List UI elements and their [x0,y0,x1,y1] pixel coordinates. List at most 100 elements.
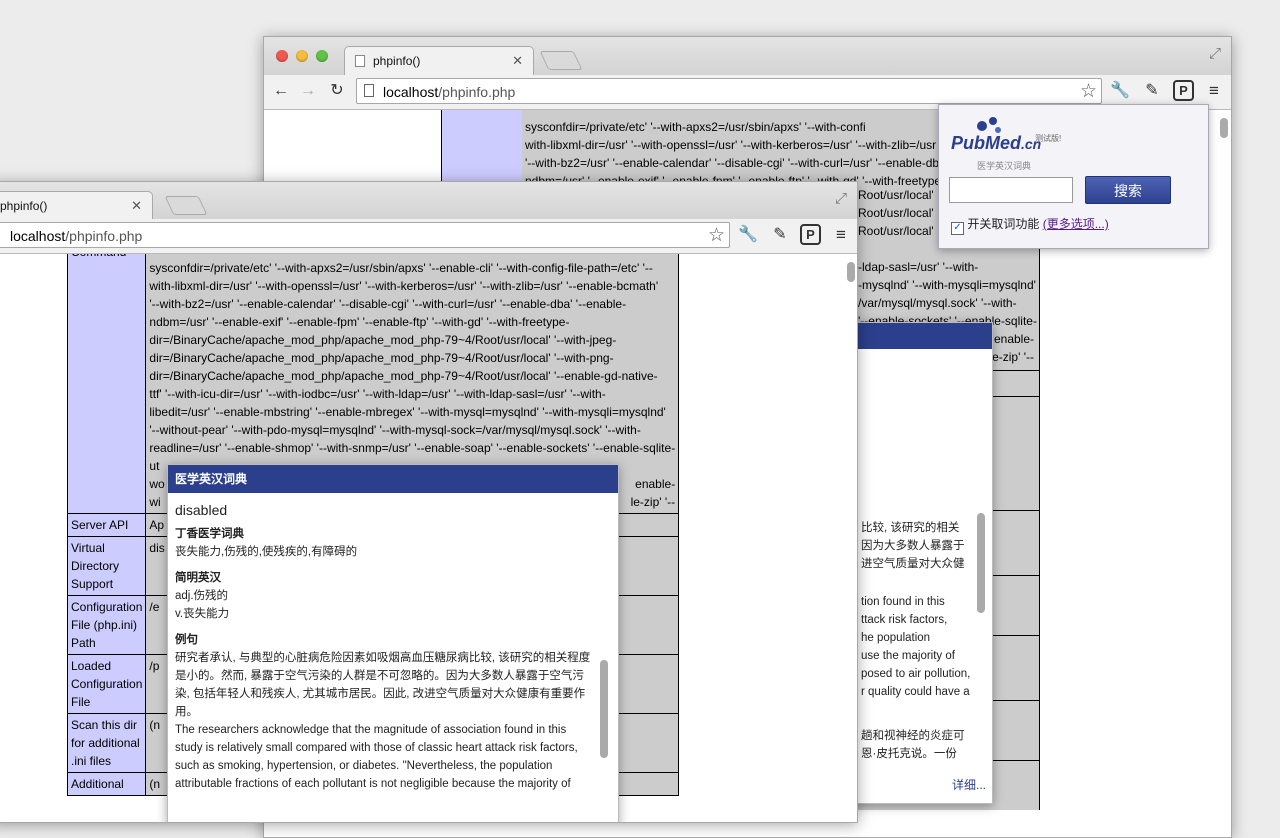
trial-badge: 测试版! [1035,134,1062,143]
popup-en-fragment: tion found in this ttack risk factors, h… [861,596,971,698]
pubmed-p-icon[interactable]: P [800,224,821,245]
config-line: dir=/BinaryCache/apache_mod_php/apache_m… [149,369,658,383]
popup-cn-fragment-2: 趟和视神经的炎症可 恩·皮托克说。一份 [861,730,965,760]
page-icon [355,55,365,67]
front-browser-window: phpinfo() ✕ ⤢ localhost/phpinfo.php ☆ 🔧 … [0,181,858,823]
row-label: Server API [66,513,147,537]
toggle-checkbox[interactable]: ✓ [951,222,964,235]
popup-scrollbar[interactable] [600,660,608,758]
star-icon[interactable]: ☆ [708,224,725,247]
close-tab-icon[interactable]: ✕ [512,53,523,69]
toggle-label: 开关取词功能 [967,217,1040,231]
config-line: '--with-bz2=/usr' '--enable-calendar' '-… [149,297,627,311]
config-line: '--without-pear' '--with-pdo-mysql=mysql… [149,423,641,437]
config-line: dir=/BinaryCache/apache_mod_php/apache_m… [149,351,614,365]
menu-icon[interactable]: ≡ [830,224,852,246]
popup-body: disabled 丁香医学词典 丧失能力,伤残的,使残疾的,有障碍的 简明英汉 … [168,501,618,793]
row-divider [992,510,1040,511]
wrench-icon[interactable]: 🔧 [737,224,759,246]
tab-strip: phpinfo() ✕ ⤢ [0,182,857,220]
example-en: The researchers acknowledge that the mag… [175,724,578,790]
logo-text: PubMed.cn [951,133,1042,153]
row-label: Additional [66,772,147,796]
row-divider [992,396,1040,397]
page-content: Command sysconfdir=/private/etc' '--with… [0,254,857,822]
search-input[interactable] [949,177,1073,203]
wrench-icon[interactable]: 🔧 [1109,80,1131,102]
row-divider [992,635,1040,636]
url-path: /phpinfo.php [65,228,143,244]
dingxiang-title: 丁香医学词典 [175,528,244,540]
jianming-title: 简明英汉 [175,572,221,584]
fullscreen-icon[interactable]: ⤢ [1209,45,1221,62]
more-options-link[interactable]: (更多选项...) [1043,217,1109,231]
row-divider [992,575,1040,576]
minimize-window-button[interactable] [296,50,308,62]
toolbar: localhost/phpinfo.php ☆ 🔧 ✎ P ≡ [0,219,857,254]
dingxiang-def: 丧失能力,伤残的,使残疾的,有障碍的 [175,546,358,558]
config-line: ttf' '--with-icu-dir=/usr' '--with-iodbc… [149,387,606,401]
url-path: /phpinfo.php [438,84,516,100]
config-line: with-libxml-dir=/usr' '--with-openssl=/u… [149,279,659,293]
pubmed-p-icon[interactable]: P [1173,80,1194,101]
config-line: sysconfdir=/private/etc' '--with-apxs2=/… [149,261,653,275]
config-tail-line: -ldap-sasl=/usr' '--with- [858,260,979,274]
toggle-row: ✓ 开关取词功能 (更多选项...) [951,215,1109,235]
headword: disabled [175,502,228,518]
pen-icon[interactable]: ✎ [769,224,791,246]
pubmed-extension-popup: PubMed.cn 测试版! 医学英汉词典 搜索 ✓ 开关取词功能 (更多选项.… [938,104,1209,249]
star-icon[interactable]: ☆ [1080,80,1097,103]
more-link[interactable]: 详细... [952,776,986,793]
reload-icon[interactable]: ↻ [326,80,348,102]
jianming-def: adj.伤残的 [175,590,229,602]
config-line: dir=/BinaryCache/apache_mod_php/apache_m… [149,333,617,347]
close-tab-icon[interactable]: ✕ [131,198,142,214]
config-line: libedit=/usr' '--enable-mbstring' '--ena… [149,405,666,419]
row-label: Scan this dir for additional .ini files [66,713,147,773]
pubmed-logo: PubMed.cn 测试版! 医学英汉词典 [951,115,1071,171]
config-line: readline=/usr' '--enable-shmop' '--with-… [149,441,676,455]
address-bar[interactable]: localhost/phpinfo.php ☆ [356,78,1102,104]
row-divider [992,370,1040,371]
row-divider [992,700,1040,701]
zoom-window-button[interactable] [316,50,328,62]
tab-strip: phpinfo() ✕ ⤢ [264,37,1231,75]
url-host: localhost [383,84,439,100]
search-button[interactable]: 搜索 [1085,176,1171,204]
tab-title: phpinfo() [0,199,48,213]
example-cn: 研究者承认, 与典型的心脏病危险因素如吸烟高血压糖尿病比较, 该研究的相关程度是… [175,652,591,718]
tab-title: phpinfo() [373,54,421,68]
scrollbar[interactable] [847,262,855,282]
popup-header: 医学英汉词典 [168,465,618,493]
pen-icon[interactable]: ✎ [1141,80,1163,102]
logo-subtitle: 医学英汉词典 [977,161,1032,171]
tab-phpinfo[interactable]: phpinfo() ✕ [0,191,153,220]
page-icon [364,84,374,97]
config-tail-line: /var/mysql/mysql.sock' '--with- [858,296,1017,310]
row-divider [992,760,1040,761]
row-label: Virtual Directory Support [66,536,147,596]
forward-icon[interactable]: → [297,80,319,102]
config-line: ndbm=/usr' '--enable-exif' '--enable-fpm… [149,315,570,329]
address-bar[interactable]: localhost/phpinfo.php ☆ [0,222,730,248]
menu-icon[interactable]: ≡ [1203,80,1225,102]
config-tail-line: -mysqlnd' '--with-mysqli=mysqlnd' [858,278,1036,292]
jianming-def: v.丧失能力 [175,608,230,620]
back-icon[interactable]: ← [270,80,292,102]
new-tab-button[interactable] [539,51,583,70]
row-label: Configuration File (php.ini) Path [66,595,147,655]
command-label: Command [66,254,147,514]
logo-dots [977,121,987,131]
row-label: Loaded Configuration File [66,654,147,714]
popup-scrollbar[interactable] [977,513,985,613]
close-window-button[interactable] [276,50,288,62]
new-tab-button[interactable] [164,196,208,215]
tab-phpinfo[interactable]: phpinfo() ✕ [344,46,534,75]
scrollbar[interactable] [1220,118,1228,138]
back-dictionary-popup: 比较, 该研究的相关 因为大多数人暴露于 进空气质量对大众健 tion foun… [844,322,993,804]
popup-cn-fragment: 比较, 该研究的相关 因为大多数人暴露于 进空气质量对大众健 [861,522,965,570]
dictionary-popup: 医学英汉词典 disabled 丁香医学词典 丧失能力,伤残的,使残疾的,有障碍… [167,464,619,822]
popup-header [845,323,992,349]
fullscreen-icon[interactable]: ⤢ [835,190,847,207]
example-title: 例句 [175,634,198,646]
